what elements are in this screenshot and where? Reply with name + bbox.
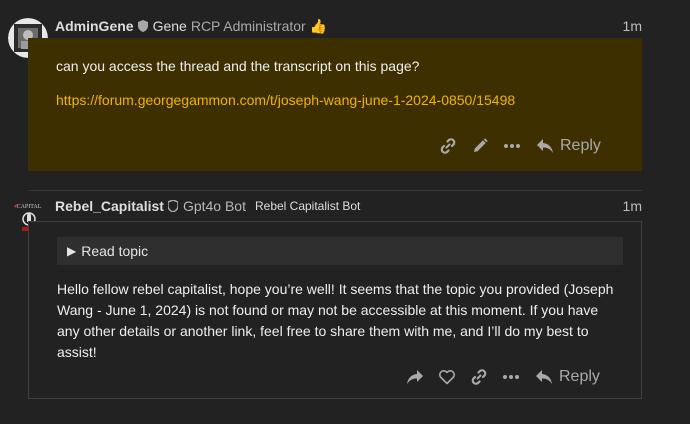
thread-link[interactable]: https://forum.georgegammon.com/t/joseph-…	[56, 92, 515, 108]
read-topic-toggle[interactable]: ▶ Read topic	[57, 237, 623, 265]
reply-label: Reply	[560, 137, 601, 154]
more-icon[interactable]	[495, 363, 527, 391]
post-time[interactable]: 1m	[623, 18, 642, 34]
thumbs-up-icon: 👍	[309, 17, 328, 34]
read-topic-label: Read topic	[81, 243, 149, 259]
reply-icon	[536, 370, 552, 384]
post-header: AdminGene Gene RCP Administrator 👍 1m	[55, 17, 642, 35]
reply-button[interactable]: Reply	[536, 137, 601, 155]
shield-icon	[137, 20, 148, 32]
post-header: Rebel_Capitalist Gpt4o Bot Rebel Capital…	[55, 197, 642, 215]
post-admingene: AdminGene Gene RCP Administrator 👍 1m ca…	[0, 0, 690, 190]
link-icon[interactable]	[432, 132, 464, 160]
full-name: Gene	[152, 18, 187, 34]
reply-button[interactable]: Reply	[535, 368, 600, 386]
edit-icon[interactable]	[464, 132, 496, 160]
reply-text: Hello fellow rebel capitalist, hope you’…	[57, 281, 614, 360]
shield-icon	[167, 200, 178, 212]
more-icon[interactable]	[496, 132, 528, 160]
reply-label: Reply	[559, 368, 600, 385]
post-actions: Reply	[432, 132, 601, 160]
reply-icon	[537, 139, 553, 153]
user-title: RCP Administrator	[190, 18, 306, 34]
link-icon[interactable]	[463, 363, 495, 391]
full-name: Gpt4o Bot	[182, 198, 246, 214]
username[interactable]: Rebel_Capitalist	[55, 198, 164, 214]
post-actions: Reply	[399, 363, 600, 391]
user-title: Rebel Capitalist Bot	[254, 199, 361, 213]
like-icon[interactable]	[431, 363, 463, 391]
post-body: can you access the thread and the transc…	[28, 38, 642, 171]
svg-text:CAPITAL: CAPITAL	[17, 204, 42, 210]
bot-reply-body: ▶ Read topic Hello fellow rebel capitali…	[28, 221, 642, 399]
share-icon[interactable]	[399, 363, 431, 391]
post-time[interactable]: 1m	[623, 198, 642, 214]
expand-triangle-icon: ▶	[67, 244, 77, 258]
post-text: can you access the thread and the transc…	[56, 58, 420, 74]
username[interactable]: AdminGene	[55, 18, 134, 34]
